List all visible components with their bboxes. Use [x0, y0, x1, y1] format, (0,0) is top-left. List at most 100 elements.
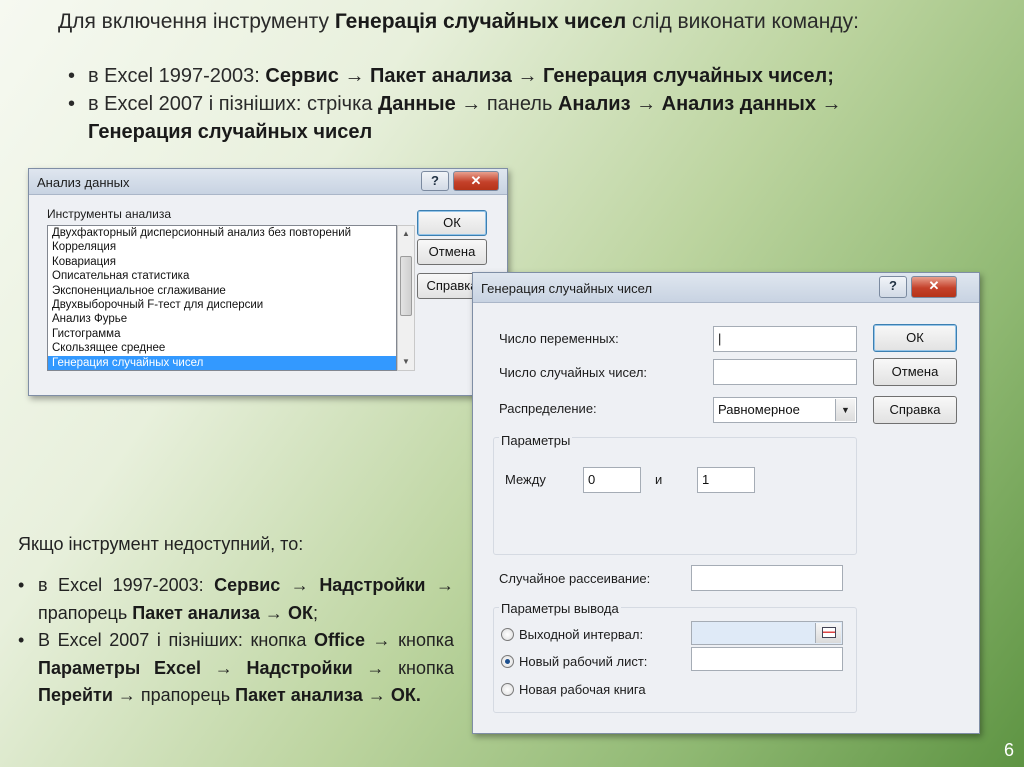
text: В Excel 2007 і пізніших: кнопка — [38, 630, 314, 650]
bullet-addin-2003: в Excel 1997-2003: Сервис → Надстройки →… — [18, 572, 454, 627]
scroll-thumb[interactable] — [400, 256, 412, 316]
random-gen-dialog: Генерация случайных чисел ? ✕ Число пере… — [472, 272, 980, 734]
text: → — [362, 685, 391, 705]
output-label: Параметры вывода — [499, 601, 621, 616]
intro-post: слід виконати команду: — [626, 10, 859, 33]
ok-button[interactable]: ОК — [873, 324, 957, 352]
between-to-input[interactable]: 1 — [697, 467, 755, 493]
close-icon[interactable]: ✕ — [453, 171, 499, 191]
intro-pre: Для включення інструменту — [58, 10, 335, 33]
text: → — [630, 93, 662, 115]
bold: Генерация случайных чисел — [88, 121, 373, 143]
bold: Анализ данных — [661, 93, 816, 115]
num-randoms-input[interactable] — [713, 359, 857, 385]
cancel-button[interactable]: Отмена — [417, 239, 487, 265]
num-vars-label: Число переменных: — [499, 331, 619, 346]
list-item[interactable]: Ковариация — [48, 255, 396, 269]
new-book-radio[interactable] — [501, 683, 514, 696]
chevron-down-icon[interactable]: ▼ — [835, 399, 855, 421]
new-sheet-label: Новый рабочий лист: — [519, 654, 648, 669]
between-from-input[interactable]: 0 — [583, 467, 641, 493]
distribution-select[interactable]: Равномерное ▼ — [713, 397, 857, 423]
seed-label: Случайное рассеивание: — [499, 571, 651, 586]
unavailable-note: Якщо інструмент недоступний, то: — [18, 534, 304, 554]
list-item[interactable]: Скользящее среднее — [48, 341, 396, 355]
intro-text: Для включення інструменту Генерація случ… — [58, 8, 988, 36]
range-select-icon[interactable] — [815, 623, 841, 643]
num-vars-input[interactable]: | — [713, 326, 857, 352]
output-range-radio[interactable] — [501, 628, 514, 641]
params-label: Параметры — [499, 433, 573, 448]
text: → — [280, 575, 320, 595]
text: в Excel 1997-2003: — [38, 575, 215, 595]
new-book-label: Новая рабочая книга — [519, 682, 646, 697]
bold: ОК. — [390, 685, 421, 705]
new-sheet-input[interactable] — [691, 647, 843, 671]
help-button[interactable]: Справка — [873, 396, 957, 424]
between-label: Между — [505, 472, 546, 487]
bold: Анализ — [557, 93, 631, 115]
output-range-input[interactable] — [691, 621, 843, 645]
scroll-up-icon[interactable]: ▲ — [398, 226, 414, 242]
text: ; — [312, 602, 318, 623]
seed-input[interactable] — [691, 565, 843, 591]
top-bullets: в Excel 1997-2003: Сервис → Пакет анализ… — [66, 62, 966, 146]
text: → — [338, 65, 371, 87]
scroll-down-icon[interactable]: ▼ — [398, 354, 414, 370]
tools-group-label: Инструменты анализа — [47, 207, 172, 221]
intro-bold: Генерація случайных чисел — [334, 10, 627, 33]
bold: Параметры Excel — [38, 657, 202, 678]
help-icon[interactable]: ? — [879, 276, 907, 298]
cancel-button[interactable]: Отмена — [873, 358, 957, 386]
text: → — [815, 93, 842, 115]
bold: Данные — [377, 93, 456, 115]
output-range-label: Выходной интервал: — [519, 627, 644, 642]
bold: Пакет анализа — [370, 65, 512, 87]
bold: Надстройки — [246, 657, 353, 678]
close-icon[interactable]: ✕ — [911, 276, 957, 298]
range-picker-icon — [822, 627, 836, 638]
text: → — [259, 602, 288, 623]
bold: ОК — [287, 602, 313, 623]
text: → кнопка — [364, 630, 455, 650]
text: → кнопка — [352, 657, 454, 678]
text: → панель — [455, 93, 558, 115]
bullet-excel-2007: в Excel 2007 і пізніших: стрічка Данные … — [66, 90, 966, 146]
bold: Пакет анализа — [235, 685, 363, 705]
random-gen-titlebar: Генерация случайных чисел ? ✕ — [473, 273, 979, 303]
tools-scrollbar[interactable]: ▲ ▼ — [397, 225, 415, 371]
random-gen-title: Генерация случайных чисел — [481, 281, 653, 296]
num-randoms-label: Число случайных чисел: — [499, 365, 648, 380]
and-label: и — [655, 472, 663, 487]
text: → — [201, 657, 247, 678]
bold: Перейти — [38, 685, 113, 705]
list-item[interactable]: Экспоненциальное сглаживание — [48, 284, 396, 298]
list-item[interactable]: Корреляция — [48, 240, 396, 254]
bold: Office — [313, 630, 365, 650]
bold: Пакет анализа — [132, 602, 260, 623]
bold: Генерация случайных чисел; — [543, 65, 834, 87]
text: → прапорець — [112, 685, 236, 705]
bottom-bullets: в Excel 1997-2003: Сервис → Надстройки →… — [18, 572, 454, 710]
page-number: 6 — [1003, 740, 1014, 760]
list-item[interactable]: Анализ Фурье — [48, 312, 396, 326]
analysis-dialog-title: Анализ данных — [37, 175, 130, 190]
list-item[interactable]: Генерация случайных чисел — [48, 355, 396, 370]
list-item[interactable]: Описательная статистика — [48, 269, 396, 283]
bullet-excel-2003: в Excel 1997-2003: Сервис → Пакет анализ… — [66, 62, 966, 90]
analysis-dialog-titlebar: Анализ данных ? ✕ — [29, 169, 507, 195]
help-icon[interactable]: ? — [421, 171, 449, 191]
list-item[interactable]: Двухфакторный дисперсионный анализ без п… — [48, 226, 396, 240]
text: в Excel 1997-2003: — [88, 65, 266, 87]
distribution-value: Равномерное — [718, 402, 800, 417]
ok-button[interactable]: ОК — [417, 210, 487, 236]
text: → — [511, 65, 544, 87]
tools-listbox[interactable]: Двухфакторный дисперсионный анализ без п… — [47, 225, 397, 371]
list-item[interactable]: Двухвыборочный F-тест для дисперсии — [48, 298, 396, 312]
bold: Надстройки — [319, 575, 426, 595]
analysis-dialog: Анализ данных ? ✕ Инструменты анализа Дв… — [28, 168, 508, 396]
new-sheet-radio[interactable] — [501, 655, 514, 668]
list-item[interactable]: Гистограмма — [48, 327, 396, 341]
params-group — [493, 437, 857, 555]
distribution-label: Распределение: — [499, 401, 597, 416]
